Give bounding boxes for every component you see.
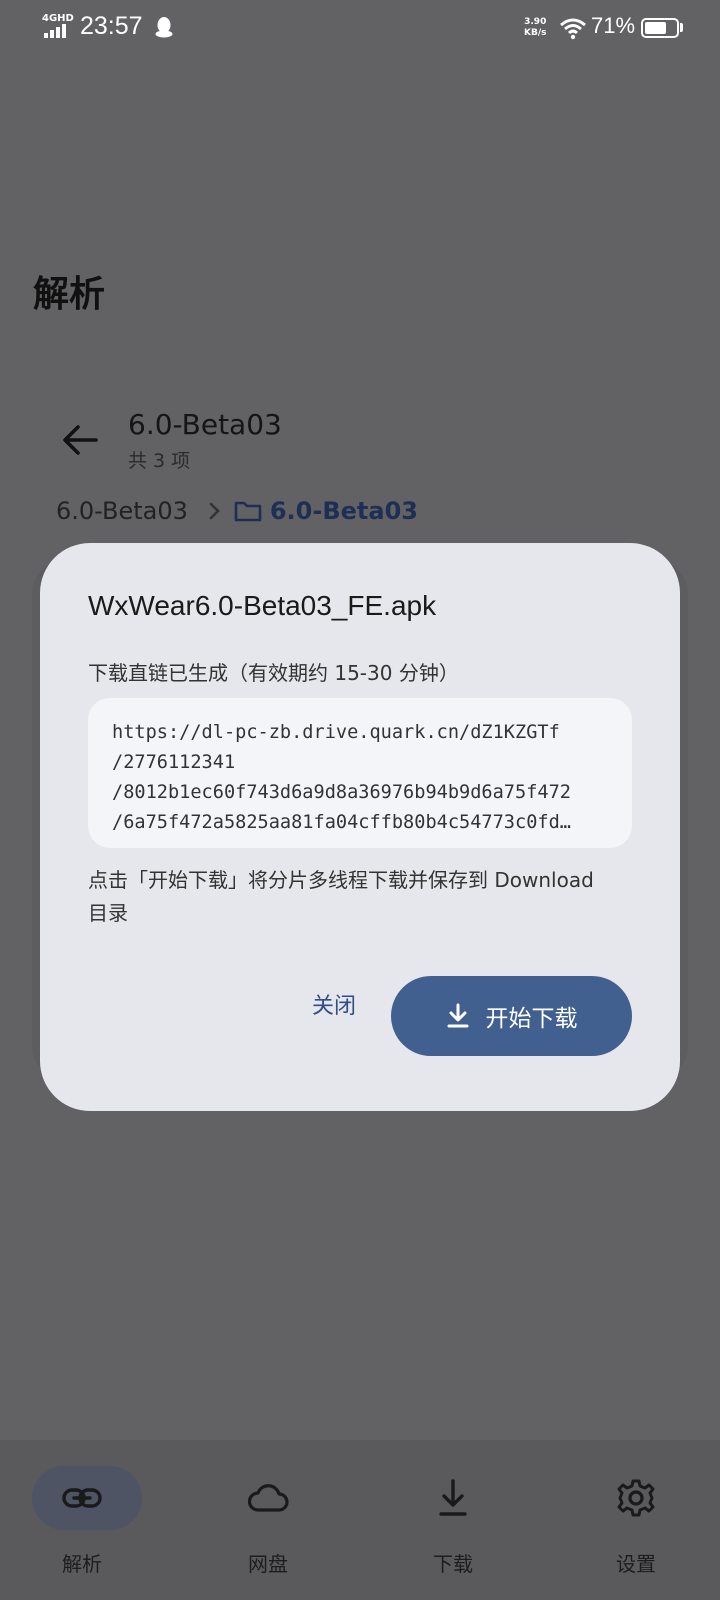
dialog-subtitle: 下载直链已生成（有效期约 15-30 分钟）	[88, 661, 459, 685]
link-line: /8012b1ec60f743d6a9d8a36976b94b9d6a75f47…	[112, 782, 571, 803]
qq-icon	[155, 17, 173, 38]
download-icon	[439, 1479, 467, 1516]
back-arrow-icon[interactable]	[58, 418, 102, 462]
nav-item-download[interactable]: 下载	[383, 1466, 523, 1586]
status-bar: 4GHD 23:57 3.90 KB/s 71%	[0, 0, 720, 56]
nav-item-parse[interactable]: 解析	[12, 1466, 152, 1586]
folder-title: 6.0-Beta03	[128, 408, 282, 441]
start-download-label: 开始下载	[485, 1006, 578, 1032]
battery-icon	[641, 18, 679, 38]
chevron-right-icon	[209, 502, 220, 520]
link-line: https://dl-pc-zb.drive.quark.cn/dZ1KZGTf	[112, 722, 560, 743]
dialog-note: 点击「开始下载」将分片多线程下载并保存到 Download 目录	[88, 868, 594, 925]
download-link-box[interactable]: https://dl-pc-zb.drive.quark.cn/dZ1KZGTf…	[88, 698, 632, 848]
nav-label: 下载	[433, 1552, 473, 1576]
page-title: 解析	[33, 274, 106, 315]
net-speed-unit: KB/s	[524, 28, 547, 38]
link-line: /2776112341	[112, 752, 236, 773]
net-speed-value: 3.90	[524, 17, 547, 27]
breadcrumb-item[interactable]: 6.0-Beta03	[56, 497, 188, 525]
nav-label: 设置	[616, 1552, 656, 1576]
cloud-icon	[247, 1484, 289, 1512]
download-dialog: WxWear6.0-Beta03_FE.apk 下载直链已生成（有效期约 15-…	[40, 543, 680, 1111]
link-icon	[62, 1488, 102, 1508]
battery-percent: 71%	[591, 13, 636, 38]
close-button[interactable]: 关闭	[284, 976, 384, 1032]
link-line: /6a75f472a5825aa81fa04cffb80b4c54773c0fd…	[112, 812, 571, 833]
nav-label: 解析	[62, 1552, 102, 1576]
net-speed: 3.90 KB/s	[524, 17, 546, 39]
battery-fill	[645, 22, 666, 34]
nav-item-cloud[interactable]: 网盘	[198, 1466, 338, 1586]
folder-item-count: 共 3 项	[128, 450, 191, 472]
dialog-title: WxWear6.0-Beta03_FE.apk	[88, 590, 437, 621]
bottom-navigation: 解析 网盘 下载 设置	[0, 1440, 720, 1600]
nav-item-settings[interactable]: 设置	[566, 1466, 706, 1586]
network-type: 4GHD	[42, 13, 74, 24]
nav-label: 网盘	[248, 1552, 288, 1576]
breadcrumb: 6.0-Beta03 6.0-Beta03	[56, 497, 418, 525]
folder-icon	[234, 501, 262, 522]
battery-tip	[680, 23, 683, 32]
signal-icon	[44, 24, 66, 38]
clock: 23:57	[80, 12, 143, 40]
wifi-icon	[560, 18, 586, 40]
download-icon	[447, 1003, 468, 1028]
gear-icon	[617, 1479, 655, 1517]
breadcrumb-current: 6.0-Beta03	[269, 497, 418, 525]
start-download-button[interactable]: 开始下载	[391, 976, 632, 1056]
